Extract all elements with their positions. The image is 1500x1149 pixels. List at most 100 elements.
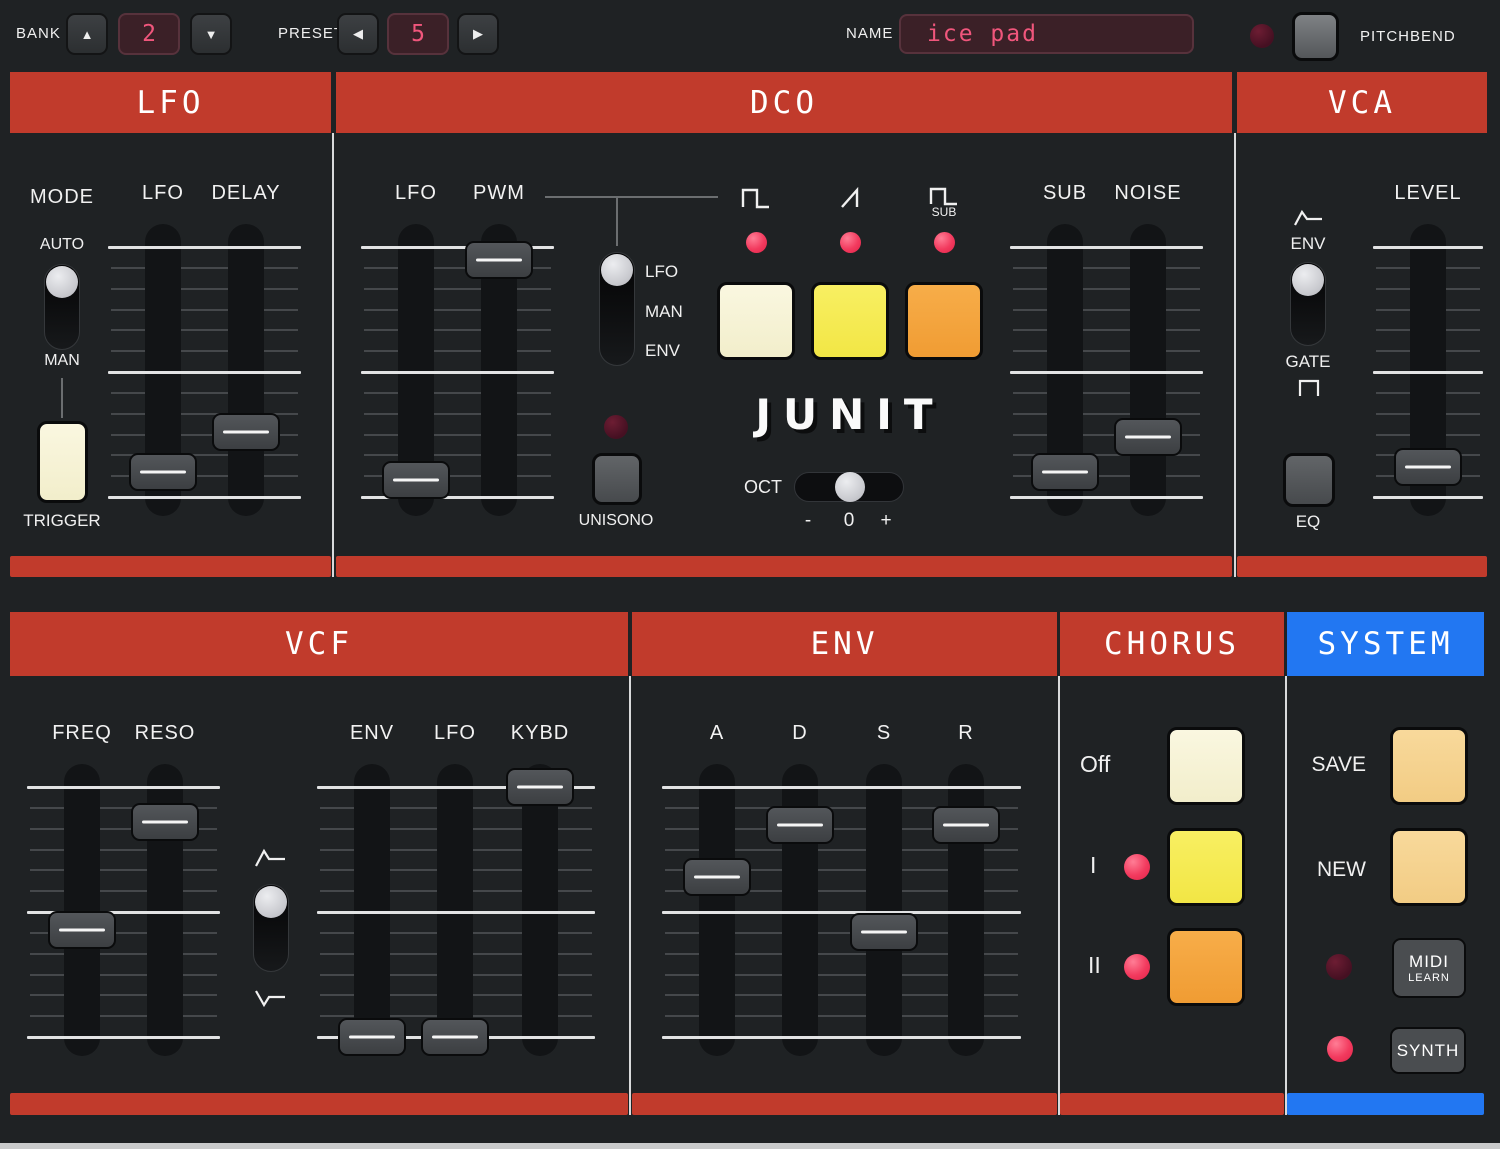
slider-handle[interactable] [129, 453, 197, 491]
pwm-connector-line [545, 196, 718, 198]
slider-tick [911, 785, 1021, 789]
slider-handle[interactable] [932, 805, 1000, 844]
pwm-mode-option-env: ENV [645, 341, 680, 360]
pulse-wave-button[interactable] [717, 282, 795, 360]
unisono-led [604, 415, 628, 439]
midi-learn-button[interactable]: MIDI LEARN [1392, 938, 1466, 998]
slider-tick [1373, 495, 1483, 499]
sub-square-wave-icon [928, 186, 960, 206]
slider-handle[interactable] [1114, 418, 1182, 456]
preset-prev-button[interactable]: ◀ [337, 13, 379, 55]
env-section-header: ENV [632, 612, 1057, 676]
dco-section-footer [336, 556, 1232, 577]
oct-plus-label: + [880, 510, 892, 531]
toggle-knob[interactable] [601, 254, 633, 286]
chorus-off-button[interactable] [1167, 727, 1245, 805]
oct-slider[interactable] [794, 472, 904, 502]
slider-tick [191, 495, 301, 499]
gate-icon [1296, 377, 1322, 399]
lfo-section-footer [10, 556, 331, 577]
dco-pwm-slider[interactable]: PWM [444, 182, 554, 522]
save-button[interactable] [1390, 727, 1468, 805]
envelope-negative-icon [254, 988, 288, 1008]
oct-label: OCT [744, 477, 782, 497]
vcf-kybd-slider[interactable]: KYBD [485, 722, 595, 1062]
slider-handle[interactable] [338, 1018, 406, 1056]
vca-mode-env-label: ENV [1290, 234, 1326, 253]
dco-noise-slider[interactable]: NOISE [1093, 182, 1203, 522]
toggle-knob[interactable] [1292, 264, 1324, 296]
slider-handle[interactable] [382, 460, 450, 499]
vca-mode-toggle[interactable] [1290, 262, 1326, 346]
sub-wave-led [934, 232, 955, 253]
toggle-knob[interactable] [255, 886, 287, 918]
slider-handle[interactable] [212, 413, 280, 451]
bank-up-button[interactable]: ▲ [66, 13, 108, 55]
down-arrow-icon: ▼ [204, 26, 218, 42]
slider-handle[interactable] [850, 913, 918, 951]
slider-handle[interactable] [766, 805, 834, 844]
toggle-knob[interactable] [46, 266, 78, 298]
patch-name-input[interactable]: ice pad [899, 14, 1194, 54]
vcf-env-polarity-toggle[interactable] [253, 884, 289, 972]
right-arrow-icon: ▶ [473, 26, 483, 41]
slider-handle[interactable] [506, 768, 574, 806]
section-divider [1285, 676, 1287, 1115]
preset-label: PRESET [278, 25, 345, 42]
slider-label: LEVEL [1394, 182, 1462, 204]
midi-learn-button-line2: LEARN [1408, 972, 1450, 984]
lfo-mode-toggle[interactable] [44, 264, 80, 350]
oct-slider-knob[interactable] [835, 472, 865, 502]
system-section-header: SYSTEM [1287, 612, 1484, 676]
bank-value: 2 [118, 13, 180, 55]
section-divider [1234, 133, 1236, 577]
unisono-button[interactable] [592, 453, 642, 505]
slider-tick [1093, 495, 1203, 499]
section-divider [1058, 676, 1060, 1115]
vca-level-slider[interactable]: LEVEL [1373, 182, 1483, 522]
slider-tick [110, 910, 220, 914]
slider-handle[interactable] [1394, 448, 1462, 486]
bank-label: BANK [16, 25, 61, 42]
saw-wave-button[interactable] [811, 282, 889, 360]
lfo-delay-slider[interactable]: DELAY [191, 182, 301, 522]
new-button[interactable] [1390, 828, 1468, 906]
pwm-mode-selector[interactable] [599, 252, 635, 366]
chorus-2-label: II [1088, 952, 1101, 978]
slider-handle[interactable] [1031, 453, 1099, 491]
slider-handle[interactable] [131, 803, 199, 841]
system-section-footer [1287, 1093, 1484, 1115]
vcf-reso-slider[interactable]: RESO [110, 722, 220, 1062]
pitchbend-button[interactable] [1292, 12, 1339, 61]
save-label: SAVE [1311, 753, 1366, 776]
preset-next-button[interactable]: ▶ [457, 13, 499, 55]
sub-wave-button[interactable] [905, 282, 983, 360]
eq-button[interactable] [1283, 453, 1335, 507]
slider-tick [911, 1035, 1021, 1039]
bank-down-button[interactable]: ▼ [190, 13, 232, 55]
slider-tick [444, 370, 554, 374]
chorus-2-led [1124, 954, 1150, 980]
slider-tick [1093, 245, 1203, 249]
oct-zero-label: 0 [843, 510, 855, 531]
env-release-slider[interactable]: R [911, 722, 1021, 1062]
chorus-1-button[interactable] [1167, 828, 1245, 906]
saw-wave-icon [836, 186, 864, 210]
slider-tick [110, 1035, 220, 1039]
unisono-label: UNISONO [578, 512, 654, 529]
slider-handle[interactable] [465, 240, 533, 279]
lfo-trigger-button[interactable] [37, 421, 88, 503]
envelope-positive-icon [254, 848, 288, 868]
chorus-2-button[interactable] [1167, 928, 1245, 1006]
window-bottom-edge [0, 1143, 1500, 1149]
env-section-footer [632, 1093, 1057, 1115]
slider-handle[interactable] [683, 858, 751, 896]
pwm-connector-line [616, 196, 618, 246]
section-divider [629, 676, 631, 1115]
slider-tick [444, 495, 554, 499]
slider-tick [1093, 370, 1203, 374]
slider-handle[interactable] [48, 910, 116, 949]
slider-handle[interactable] [421, 1018, 489, 1056]
vcf-section-header: VCF [10, 612, 628, 676]
synth-button[interactable]: SYNTH [1390, 1027, 1466, 1074]
